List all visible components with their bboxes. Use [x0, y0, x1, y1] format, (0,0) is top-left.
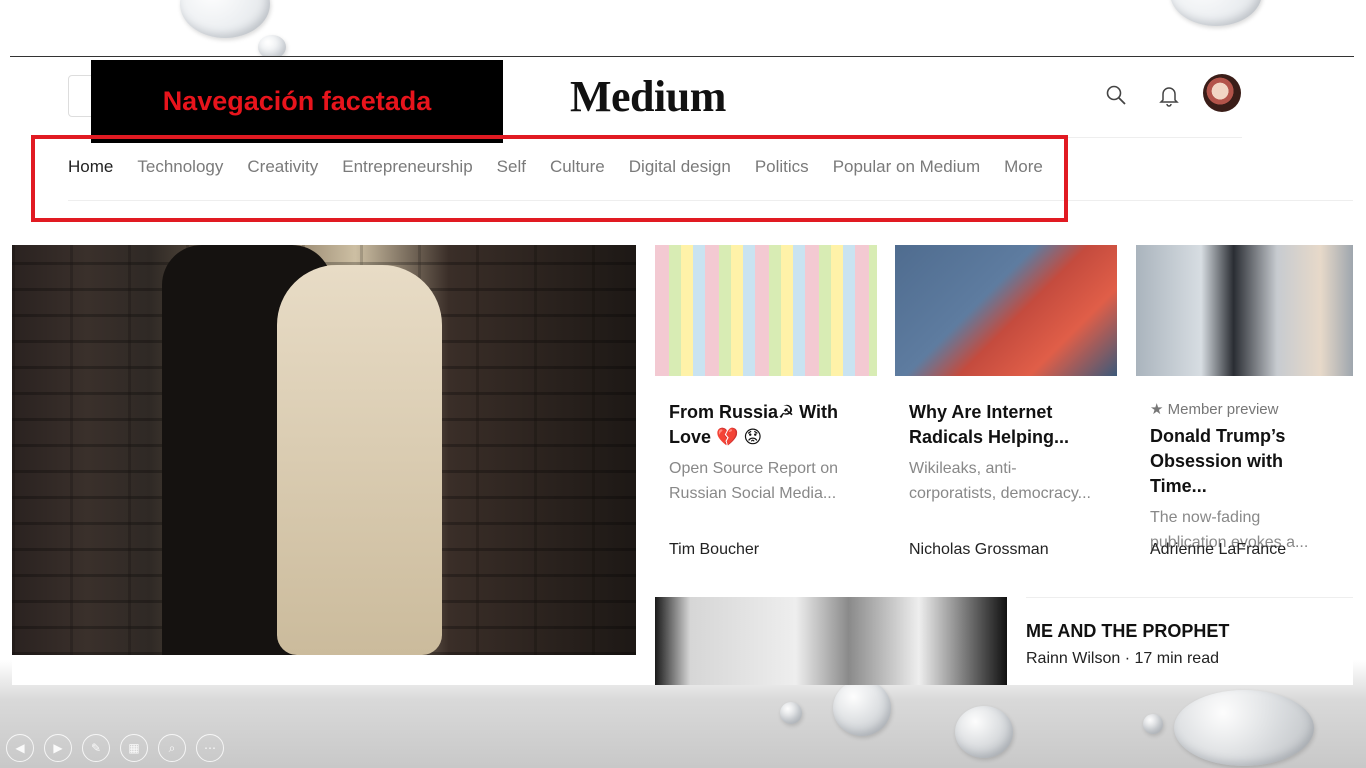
story-thumbnail: [1136, 245, 1353, 376]
feature-story-read-time: 17 min read: [1134, 650, 1220, 667]
slideshow-controls: ◀ ▶ ✎ ▦ ⌕ ⋯: [6, 734, 224, 762]
zoom-icon[interactable]: ⌕: [158, 734, 186, 762]
hero-image-figure: [277, 265, 442, 655]
story-card[interactable]: Why Are Internet Radicals Helping... Wik…: [895, 245, 1117, 558]
water-drop-decoration: [1170, 0, 1262, 26]
avatar[interactable]: [1203, 74, 1241, 112]
hero-story-image[interactable]: [12, 245, 636, 655]
story-description: Wikileaks, anti-corporatists, democracy.…: [909, 460, 1091, 502]
feature-story-image[interactable]: [655, 597, 1007, 685]
feature-story-byline: Rainn Wilson · 17 min read: [1026, 650, 1219, 668]
story-title[interactable]: From Russia☭ With Love 💔 😟: [669, 400, 863, 450]
story-card[interactable]: From Russia☭ With Love 💔 😟 Open Source R…: [655, 245, 877, 558]
story-card[interactable]: ★ Member preview Donald Trump’s Obsessio…: [1136, 245, 1353, 558]
feature-story-author[interactable]: Rainn Wilson: [1026, 650, 1120, 667]
story-description: Open Source Report on Russian Social Med…: [669, 460, 838, 502]
annotation-highlight-box: [31, 135, 1068, 222]
annotation-callout: Navegación facetada: [91, 60, 503, 143]
story-title[interactable]: Why Are Internet Radicals Helping...: [909, 400, 1103, 450]
pen-icon[interactable]: ✎: [82, 734, 110, 762]
next-slide-icon[interactable]: ▶: [44, 734, 72, 762]
water-drop-decoration: [780, 702, 802, 724]
story-author[interactable]: Tim Boucher: [669, 541, 759, 559]
byline-separator: ·: [1124, 650, 1135, 667]
medium-logo[interactable]: Medium: [570, 71, 726, 122]
story-thumbnail: [655, 245, 877, 376]
water-drop-decoration: [833, 680, 891, 736]
slides-grid-icon[interactable]: ▦: [120, 734, 148, 762]
previous-slide-icon[interactable]: ◀: [6, 734, 34, 762]
story-title[interactable]: Donald Trump’s Obsession with Time...: [1150, 424, 1339, 499]
feature-story-title[interactable]: ME AND THE PROPHET: [1026, 621, 1229, 642]
story-author[interactable]: Nicholas Grossman: [909, 541, 1049, 559]
water-drop-decoration: [1174, 690, 1314, 766]
water-drop-decoration: [180, 0, 270, 38]
feature-divider: [1026, 597, 1353, 598]
story-author[interactable]: Adrienne LaFrance: [1150, 541, 1286, 559]
member-preview-badge: ★ Member preview: [1150, 401, 1279, 418]
bell-icon[interactable]: [1157, 83, 1181, 107]
water-drop-decoration: [955, 706, 1013, 758]
search-icon[interactable]: [1104, 83, 1128, 107]
story-thumbnail: [895, 245, 1117, 376]
water-drop-decoration: [1143, 714, 1163, 734]
more-options-icon[interactable]: ⋯: [196, 734, 224, 762]
